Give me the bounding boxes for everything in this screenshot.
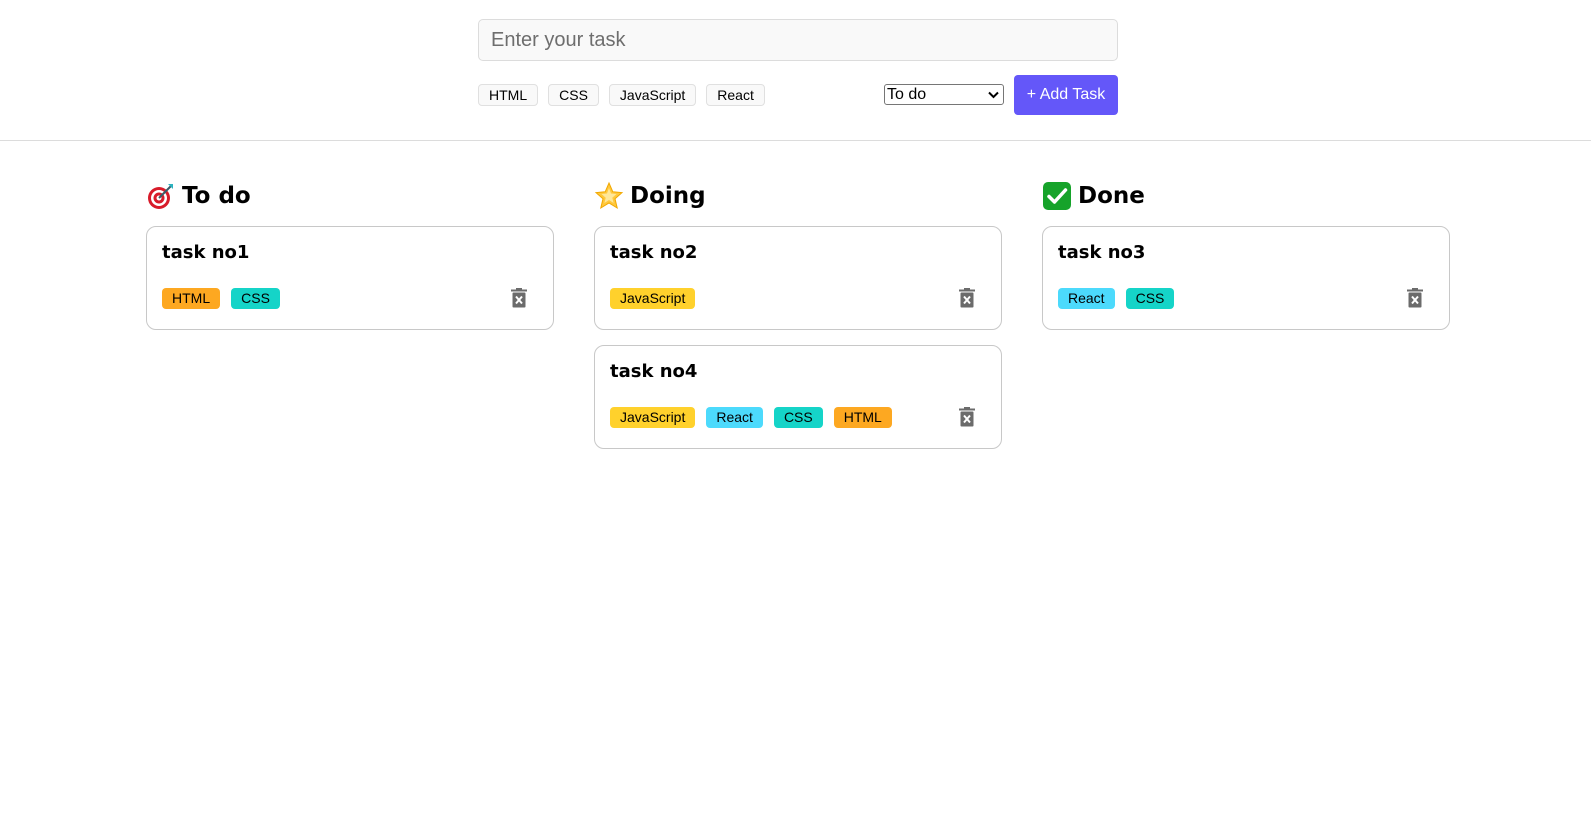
status-select-value: To do: [887, 85, 927, 103]
tag-option-javascript[interactable]: JavaScript: [608, 84, 697, 106]
column-title: Done: [1078, 183, 1145, 209]
task-card[interactable]: task no2 JavaScript: [594, 226, 1002, 330]
glowing-star-icon: [594, 181, 624, 211]
tag-option-css[interactable]: CSS: [548, 84, 599, 106]
column-heading: Done: [1042, 178, 1450, 214]
delete-task-icon[interactable]: [1402, 285, 1428, 311]
tag-css: CSS: [1125, 287, 1175, 309]
column-heading: Doing: [594, 178, 1002, 214]
task-card[interactable]: task no4 JavaScript React CSS HTML: [594, 345, 1002, 449]
task-title: task no3: [1058, 242, 1146, 263]
tag-option-react[interactable]: React: [706, 84, 765, 106]
tag-react: React: [706, 406, 763, 428]
task-input[interactable]: [478, 19, 1118, 61]
tag-html: HTML: [833, 406, 892, 428]
delete-task-icon[interactable]: [954, 404, 980, 430]
task-card[interactable]: task no3 React CSS: [1042, 226, 1450, 330]
add-task-button[interactable]: + Add Task: [1014, 75, 1118, 115]
tag-html: HTML: [162, 287, 221, 309]
tag-css: CSS: [773, 406, 823, 428]
delete-task-icon[interactable]: [954, 285, 980, 311]
task-board: To do task no1 HTML CSS Doing task no2 J…: [146, 178, 1450, 464]
tag-react: React: [1058, 287, 1115, 309]
task-title: task no1: [162, 242, 250, 263]
column-heading: To do: [146, 178, 554, 214]
check-mark-icon: [1042, 181, 1072, 211]
delete-task-icon[interactable]: [506, 285, 532, 311]
column-done: Done task no3 React CSS: [1042, 178, 1450, 464]
status-select[interactable]: To do: [884, 84, 1004, 105]
chevron-down-icon: [988, 88, 999, 102]
task-title: task no4: [610, 361, 698, 382]
column-doing: Doing task no2 JavaScript task no4 JavaS…: [594, 178, 1002, 464]
task-form-header: HTML CSS JavaScript React To do + Add Ta…: [0, 0, 1591, 141]
tag-css: CSS: [231, 287, 280, 309]
task-title: task no2: [610, 242, 698, 263]
target-dart-icon: [146, 181, 176, 211]
tag-javascript: JavaScript: [610, 406, 696, 428]
tag-javascript: JavaScript: [610, 287, 696, 309]
tag-option-list: HTML CSS JavaScript React: [478, 84, 765, 106]
column-todo: To do task no1 HTML CSS: [146, 178, 554, 464]
task-card[interactable]: task no1 HTML CSS: [146, 226, 554, 330]
column-title: Doing: [630, 183, 706, 209]
tag-option-html[interactable]: HTML: [478, 84, 539, 106]
column-title: To do: [182, 183, 251, 209]
